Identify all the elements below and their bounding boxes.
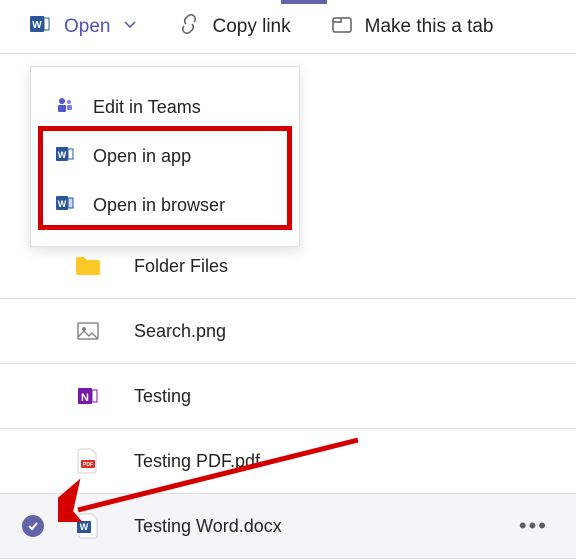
folder-icon [74,252,102,280]
file-row-onenote[interactable]: N Testing [0,364,576,429]
word-file-icon: W [74,512,102,540]
make-tab-button[interactable]: Make this a tab [331,13,494,40]
make-tab-label: Make this a tab [365,16,494,38]
edit-in-teams-label: Edit in Teams [93,97,201,118]
file-name: Testing Word.docx [134,516,282,537]
file-row-word[interactable]: W Testing Word.docx ••• [0,494,576,559]
open-in-app-item[interactable]: W Open in app [31,132,299,181]
link-icon [178,13,200,40]
file-name: Search.png [134,321,226,342]
word-app-icon: W [55,144,75,169]
open-label: Open [64,16,110,38]
svg-text:W: W [58,150,67,160]
chevron-down-icon [122,16,138,37]
pdf-icon: PDF [74,447,102,475]
open-in-browser-item[interactable]: W Open in browser [31,181,299,230]
toolbar: W Open Copy link Make this a tab [0,0,576,54]
selected-check-icon [22,515,44,537]
file-row-pdf[interactable]: PDF Testing PDF.pdf [0,429,576,494]
word-browser-icon: W [55,193,75,218]
open-dropdown: Edit in Teams W Open in app W Open in br… [30,66,300,247]
onenote-icon: N [74,382,102,410]
open-in-browser-label: Open in browser [93,195,225,216]
copy-link-button[interactable]: Copy link [178,13,290,40]
tab-icon [331,13,353,40]
file-name: Testing [134,386,191,407]
more-options-button[interactable]: ••• [519,513,548,539]
word-icon: W [28,12,52,41]
svg-text:W: W [32,20,42,31]
open-button[interactable]: W Open [28,12,138,41]
svg-text:W: W [58,199,67,209]
open-in-app-label: Open in app [93,146,191,167]
teams-icon [55,95,75,120]
file-name: Testing PDF.pdf [134,451,260,472]
file-name: Folder Files [134,256,228,277]
file-row-image[interactable]: Search.png [0,299,576,364]
image-icon [74,317,102,345]
svg-text:PDF: PDF [83,462,93,468]
copy-link-label: Copy link [212,16,290,38]
svg-text:W: W [80,522,89,532]
accent-bar [281,0,327,4]
edit-in-teams-item[interactable]: Edit in Teams [31,83,299,132]
svg-text:N: N [81,392,89,404]
